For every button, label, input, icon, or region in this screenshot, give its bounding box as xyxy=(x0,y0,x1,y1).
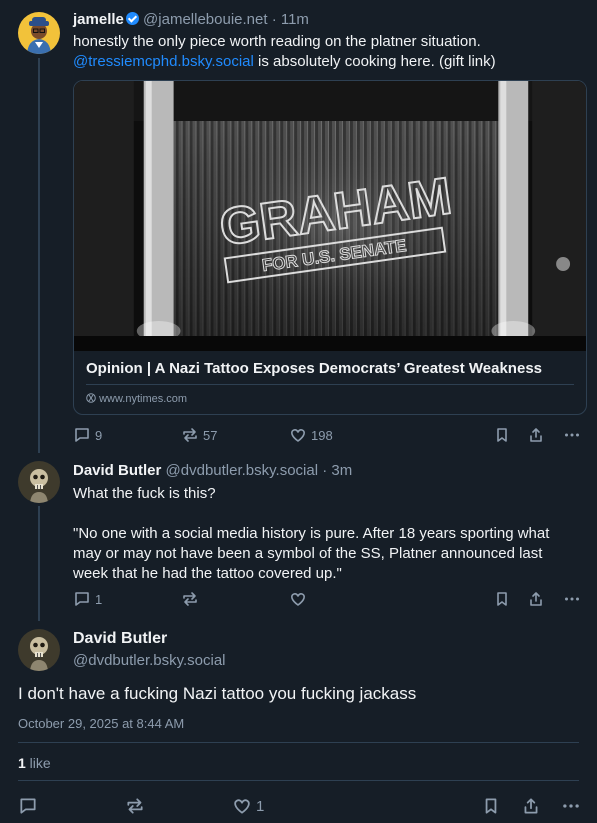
reply-icon xyxy=(75,592,89,606)
mention-link[interactable]: @tressiemcphd.bsky.social xyxy=(73,53,254,70)
like-count: 198 xyxy=(311,427,333,443)
post-text-line: @tressiemcphd.bsky.social is absolutely … xyxy=(73,52,583,72)
post-header: David Butler @dvdbutler.bsky.social · 3m xyxy=(73,462,352,479)
share-button[interactable] xyxy=(521,796,541,816)
heart-icon xyxy=(234,799,250,814)
link-card-image: GRAHAM FOR U.S. SENATE xyxy=(74,81,586,351)
post-time[interactable]: · 11m xyxy=(272,11,309,28)
reply-button[interactable]: 9 xyxy=(73,426,102,444)
like-button[interactable] xyxy=(289,590,307,608)
like-button[interactable]: 1 xyxy=(232,796,264,816)
post-text: honestly the only piece worth reading on… xyxy=(73,32,583,72)
avatar[interactable] xyxy=(18,461,60,503)
ellipsis-icon xyxy=(563,804,579,808)
repost-button[interactable] xyxy=(125,796,145,816)
focused-author-handle[interactable]: @dvdbutler.bsky.social xyxy=(73,652,226,669)
focused-post-text: I don't have a fucking Nazi tattoo you f… xyxy=(18,684,417,703)
like-summary-count: 1 xyxy=(18,755,26,771)
like-summary[interactable]: 1 like xyxy=(18,755,51,771)
post-quote-line: "No one with a social media history is p… xyxy=(73,525,550,542)
link-card-domain-text: www.nytimes.com xyxy=(99,393,188,405)
post-timestamp[interactable]: October 29, 2025 at 8:44 AM xyxy=(18,716,184,731)
repost-button[interactable]: 57 xyxy=(181,426,217,444)
post-actions: 9 57 198 xyxy=(73,426,587,446)
repost-icon xyxy=(183,428,197,442)
bookmark-icon xyxy=(485,798,497,814)
link-card[interactable]: GRAHAM FOR U.S. SENATE Opinion | A Nazi … xyxy=(73,80,587,415)
share-icon xyxy=(530,428,542,442)
author-handle[interactable]: @dvdbutler.bsky.social xyxy=(166,462,319,479)
reply-count: 9 xyxy=(95,427,103,443)
post-header: jamelle @jamellebouie.net · 11m xyxy=(73,11,309,28)
bookmark-button[interactable] xyxy=(493,590,511,608)
author-name[interactable]: jamelle xyxy=(73,11,124,28)
divider xyxy=(18,742,579,743)
focused-post-actions: 1 xyxy=(18,796,583,816)
post-text: What the fuck is this? "No one with a so… xyxy=(73,484,588,584)
avatar[interactable] xyxy=(18,629,60,671)
more-options-button[interactable] xyxy=(563,590,581,608)
reply-icon xyxy=(75,428,89,442)
repost-icon xyxy=(183,592,197,606)
post-text-rest: is absolutely cooking here. (gift link) xyxy=(253,53,496,70)
bookmark-icon xyxy=(497,592,507,606)
post-quote-line: week that he had the tattoo covered up." xyxy=(73,565,342,582)
focused-post: David Butler @dvdbutler.bsky.social I do… xyxy=(0,620,597,823)
share-button[interactable] xyxy=(527,426,545,444)
focused-author-name[interactable]: David Butler xyxy=(73,630,167,648)
bookmark-button[interactable] xyxy=(493,426,511,444)
post-text-blank xyxy=(73,504,588,524)
more-options-button[interactable] xyxy=(561,796,581,816)
like-count: 1 xyxy=(256,797,265,815)
ellipsis-icon xyxy=(565,433,579,437)
link-card-divider xyxy=(86,384,574,385)
repost-button[interactable] xyxy=(181,590,199,608)
post-quote-line: may or may not have been a symbol of the… xyxy=(73,545,543,562)
like-button[interactable]: 198 xyxy=(289,426,333,444)
avatar[interactable] xyxy=(18,12,60,54)
post-text-line: honestly the only piece worth reading on… xyxy=(73,33,481,50)
heart-icon xyxy=(291,428,305,442)
heart-icon xyxy=(291,592,305,606)
repost-count: 57 xyxy=(203,427,218,443)
thread-post[interactable]: David Butler @dvdbutler.bsky.social · 3m… xyxy=(0,455,597,620)
verified-badge-icon xyxy=(125,12,139,25)
bookmark-icon xyxy=(497,428,507,442)
reply-button[interactable]: 1 xyxy=(73,590,102,608)
globe-icon xyxy=(86,393,96,406)
link-card-title[interactable]: Opinion | A Nazi Tattoo Exposes Democrat… xyxy=(86,360,542,377)
post-time[interactable]: · 3m xyxy=(322,462,352,479)
thread-post[interactable]: jamelle @jamellebouie.net · 11m honestly… xyxy=(0,0,597,455)
reply-icon xyxy=(20,798,36,814)
divider xyxy=(18,780,579,781)
like-summary-label: like xyxy=(25,755,51,771)
post-actions: 1 xyxy=(73,590,587,610)
author-handle[interactable]: @jamellebouie.net xyxy=(143,11,267,28)
reply-count: 1 xyxy=(95,591,103,607)
more-options-button[interactable] xyxy=(563,426,581,444)
ellipsis-icon xyxy=(565,597,579,601)
author-name[interactable]: David Butler xyxy=(73,462,161,479)
share-button[interactable] xyxy=(527,590,545,608)
reply-button[interactable] xyxy=(18,796,38,816)
share-icon xyxy=(530,592,542,606)
link-card-domain: www.nytimes.com xyxy=(86,393,187,406)
bookmark-button[interactable] xyxy=(481,796,501,816)
post-text-line: What the fuck is this? xyxy=(73,485,216,502)
share-icon xyxy=(524,798,538,814)
repost-icon xyxy=(127,798,143,814)
